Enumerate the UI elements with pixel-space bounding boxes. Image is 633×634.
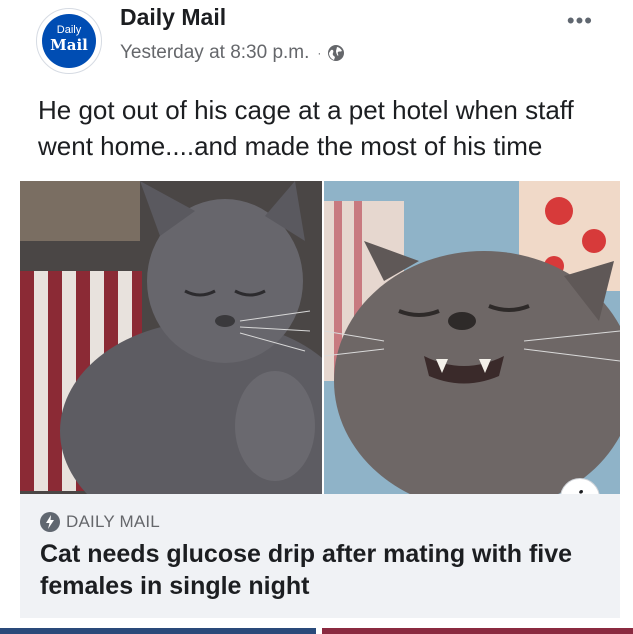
photo-grid [20, 181, 620, 494]
lightning-icon [40, 512, 60, 532]
meta-separator: · [317, 46, 322, 60]
globe-icon[interactable] [327, 44, 345, 62]
next-post-edge-left [0, 628, 316, 634]
post-timestamp[interactable]: Yesterday at 8:30 p.m. [120, 42, 309, 64]
more-options-button[interactable]: ••• [567, 8, 593, 34]
next-post-edge-right [322, 628, 633, 634]
page-name-link[interactable]: Daily Mail [120, 4, 226, 31]
facebook-post: Daily Mail Daily Mail Yesterday at 8:30 … [0, 0, 633, 634]
cat-photo-left[interactable] [20, 181, 322, 494]
link-source-label: DAILY MAIL [66, 512, 160, 531]
link-preview[interactable]: DAILY MAIL Cat needs glucose drip after … [20, 494, 620, 618]
daily-mail-logo: Daily Mail [42, 14, 96, 68]
cat-photo-right[interactable] [324, 181, 620, 494]
logo-line-2: Mail [50, 36, 88, 54]
logo-line-1: Daily [56, 24, 82, 36]
next-post-edge [0, 628, 633, 634]
post-meta: Yesterday at 8:30 p.m. · [120, 42, 345, 64]
link-headline[interactable]: Cat needs glucose drip after mating with… [40, 538, 600, 602]
page-avatar[interactable]: Daily Mail [36, 8, 102, 74]
post-caption: He got out of his cage at a pet hotel wh… [38, 95, 574, 161]
link-source: DAILY MAIL [40, 512, 600, 532]
